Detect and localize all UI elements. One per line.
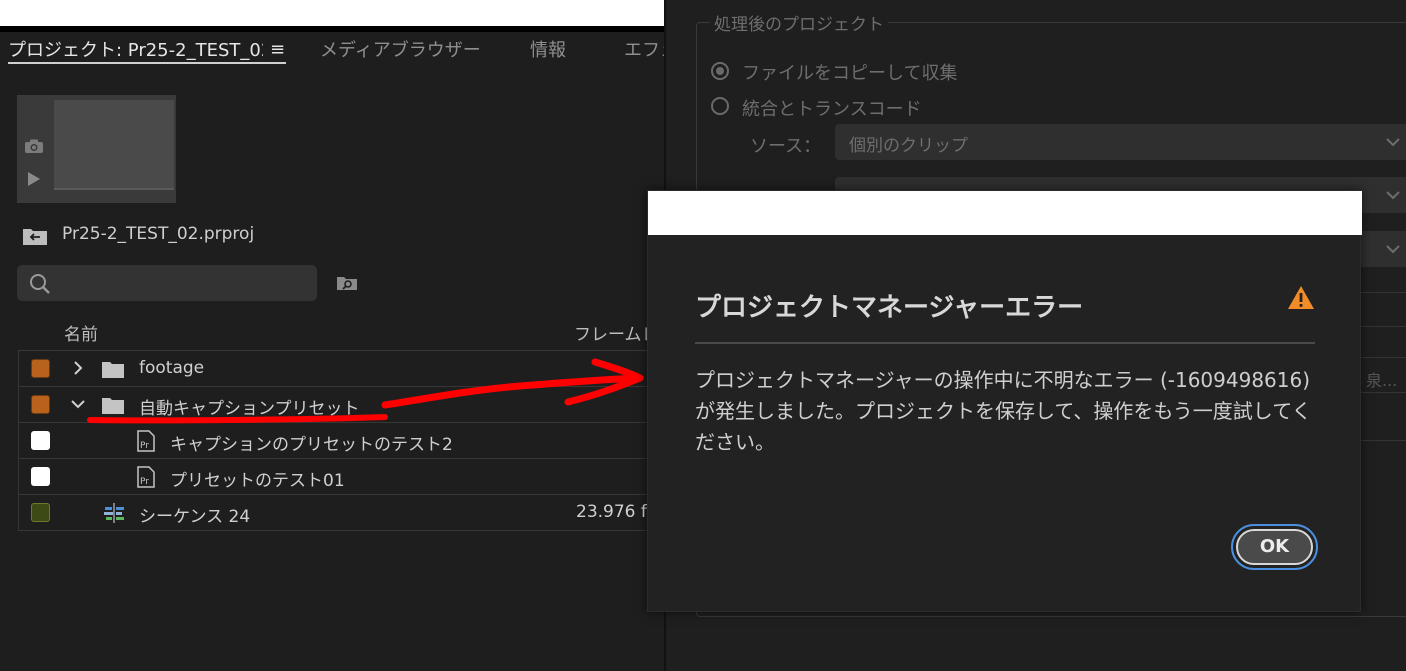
radio-consolidate-label: 統合とトランスコード (742, 99, 922, 120)
dialog-titlebar[interactable] (648, 191, 1362, 235)
thumbnail-preview[interactable] (54, 100, 174, 190)
tab-info[interactable]: 情報 (530, 38, 566, 64)
list-item-preset-test01[interactable]: Pr プリセットのテスト01 (18, 459, 665, 495)
project-file-name: Pr25-2_TEST_02.prproj (62, 224, 255, 244)
folder-icon (102, 362, 124, 378)
dialog-title: プロジェクトマネージャーエラー (695, 293, 1084, 323)
project-file-icon (23, 229, 47, 245)
group-title: 処理後のプロジェクト (710, 10, 888, 35)
search-icon (30, 274, 50, 294)
folder-icon (102, 398, 124, 414)
label-color-swatch[interactable] (31, 431, 50, 450)
item-name: シーケンス 24 (139, 507, 251, 527)
chevron-down-icon (1386, 191, 1400, 200)
radio-collect-files-label: ファイルをコピーして収集 (742, 63, 958, 84)
tab-media-browser[interactable]: メディアブラウザー (320, 38, 481, 64)
column-header-name[interactable]: 名前 (64, 320, 98, 345)
list-item-footage[interactable]: footage (18, 351, 665, 387)
dialog-divider (695, 342, 1315, 344)
svg-text:Pr: Pr (140, 477, 149, 487)
source-dropdown[interactable]: 個別のクリップ (835, 124, 1406, 160)
chevron-down-icon (1386, 245, 1400, 254)
label-color-swatch[interactable] (31, 467, 50, 486)
source-label: ソース： (750, 136, 822, 157)
play-icon[interactable] (27, 171, 41, 187)
warning-icon (1288, 286, 1314, 309)
sequence-icon (104, 503, 124, 523)
label-color-swatch[interactable] (31, 395, 50, 414)
find-in-bin-icon[interactable] (336, 275, 358, 291)
list-item-caption-preset-test2[interactable]: Pr キャプションのプリセットのテスト2 (18, 423, 665, 459)
source-dropdown-value: 個別のクリップ (849, 136, 968, 156)
item-name: キャプションのプリセットのテスト2 (170, 435, 453, 455)
project-item-list: footage 自動キャプションプリセット Pr キャプションのプリセットのテス… (18, 350, 665, 531)
tab-project[interactable]: プロジェクト: Pr25-2_TEST_02 (8, 38, 286, 64)
chevron-right-icon[interactable] (70, 360, 86, 376)
list-item-auto-caption-presets[interactable]: 自動キャプションプリセット (18, 387, 665, 423)
tab-project-label: プロジェクト: Pr25-2_TEST_02 (8, 40, 263, 61)
svg-text:Pr: Pr (140, 441, 149, 451)
camera-icon[interactable] (24, 139, 44, 154)
error-dialog: プロジェクトマネージャーエラー プロジェクトマネージャーの操作中に不明なエラー … (647, 190, 1362, 612)
panel-topbar-shadow (0, 26, 665, 32)
chevron-down-icon[interactable] (70, 396, 86, 412)
dialog-message: プロジェクトマネージャーの操作中に不明なエラー (-1609498616) が発… (695, 368, 1312, 454)
search-input[interactable] (17, 265, 317, 301)
label-color-swatch[interactable] (31, 359, 50, 378)
premiere-file-icon: Pr (137, 430, 155, 452)
tab-effects[interactable]: エフェクト (624, 38, 665, 64)
item-name: footage (139, 358, 205, 378)
chevron-down-icon (1386, 138, 1400, 147)
ok-button[interactable]: OK (1231, 524, 1318, 570)
panel-menu-icon[interactable]: ≡ (270, 39, 285, 60)
truncated-text: 泉... (1366, 371, 1398, 390)
ok-button-label: OK (1236, 529, 1313, 565)
label-color-swatch[interactable] (31, 503, 50, 522)
item-name: 自動キャプションプリセット (139, 399, 360, 419)
item-name: プリセットのテスト01 (170, 471, 345, 491)
premiere-file-icon: Pr (137, 466, 155, 488)
project-panel: プロジェクト: Pr25-2_TEST_02 ≡ メディアブラウザー 情報 エフ… (0, 0, 665, 671)
radio-collect-files[interactable] (711, 62, 729, 80)
panel-topbar (0, 0, 665, 26)
list-item-sequence-24[interactable]: シーケンス 24 23.976 fps (18, 495, 665, 531)
radio-consolidate[interactable] (711, 97, 729, 115)
